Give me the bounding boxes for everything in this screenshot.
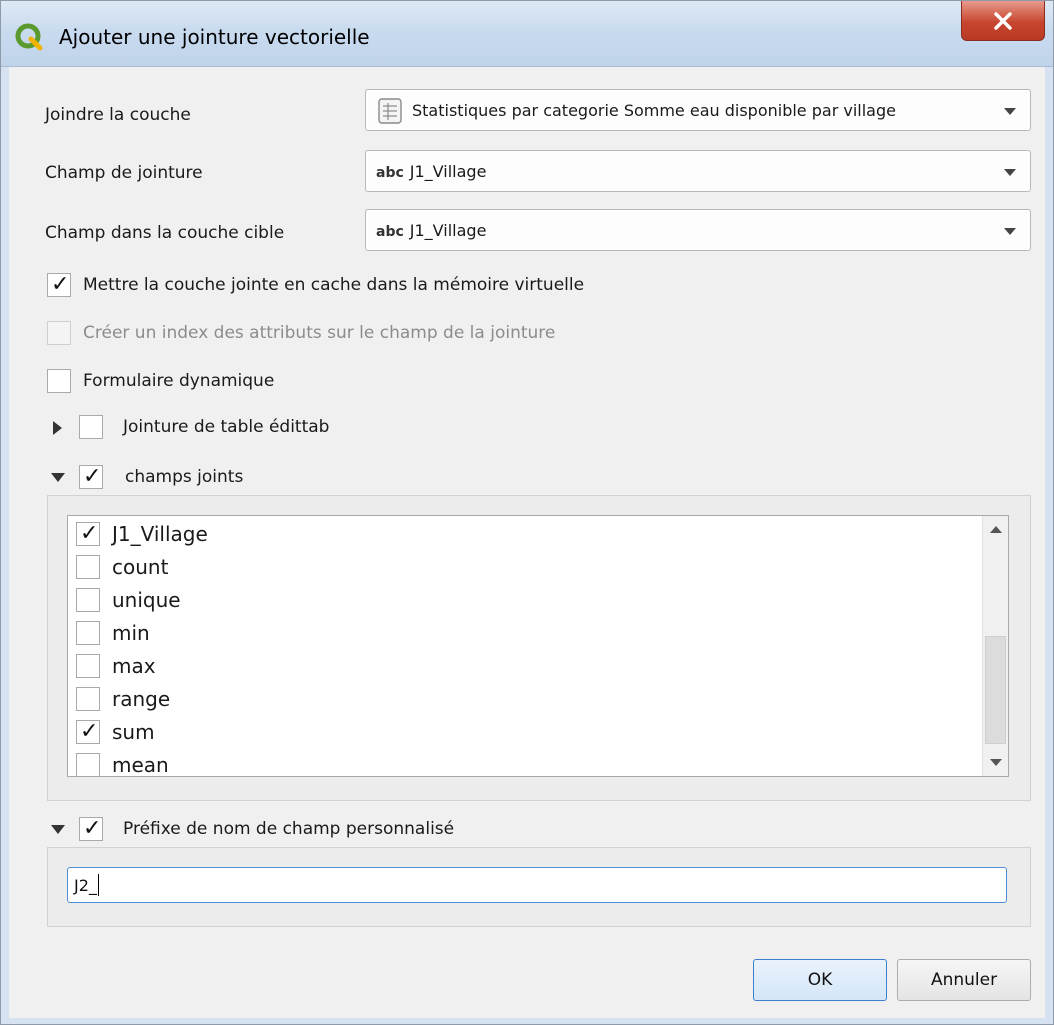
check-icon: ✓ <box>80 719 99 744</box>
field-checkbox[interactable] <box>76 654 100 678</box>
field-checkbox[interactable] <box>76 621 100 645</box>
check-icon: ✓ <box>83 816 102 841</box>
editable-join-label: Jointure de table édittab <box>123 417 330 437</box>
chevron-down-icon <box>1004 108 1016 115</box>
prefix-value: J2_ <box>74 876 97 895</box>
list-item[interactable]: ✓ sum <box>68 716 976 749</box>
title-bar[interactable]: Ajouter une jointure vectorielle <box>1 1 1053 67</box>
join-layer-label: Joindre la couche <box>45 105 191 125</box>
prefix-input[interactable]: J2_ <box>67 867 1007 903</box>
field-checkbox[interactable] <box>76 687 100 711</box>
custom-prefix-label: Préfixe de nom de champ personnalisé <box>123 819 455 839</box>
list-scrollbar[interactable] <box>982 516 1008 776</box>
string-type-icon: abc <box>376 165 404 181</box>
check-icon: ✓ <box>51 272 70 297</box>
string-type-icon: abc <box>376 224 404 240</box>
join-layer-combo[interactable]: Statistiques par categorie Somme eau dis… <box>365 89 1031 131</box>
expand-arrow-icon[interactable] <box>53 421 62 435</box>
list-item[interactable]: mean <box>68 749 976 777</box>
index-label: Créer un index des attributs sur le cham… <box>83 323 556 343</box>
close-icon <box>994 12 1012 30</box>
collapse-arrow-icon[interactable] <box>51 473 65 482</box>
field-name: count <box>112 555 169 579</box>
field-name: min <box>112 621 150 645</box>
qgis-logo-icon <box>15 23 43 51</box>
list-item[interactable]: count <box>68 551 976 584</box>
join-field-label: Champ de jointure <box>45 163 203 183</box>
joined-fields-checkbox[interactable]: ✓ <box>79 464 103 489</box>
table-icon <box>378 98 402 124</box>
list-item[interactable]: unique <box>68 584 976 617</box>
dialog-content: Joindre la couche Statistiques par categ… <box>9 67 1045 1018</box>
cache-checkbox[interactable]: ✓ <box>47 272 71 297</box>
target-field-label: Champ dans la couche cible <box>45 223 285 243</box>
chevron-down-icon <box>1004 228 1016 235</box>
field-name: sum <box>112 720 155 744</box>
join-field-value: J1_Village <box>409 162 487 181</box>
join-layer-value: Statistiques par categorie Somme eau dis… <box>412 101 896 120</box>
target-field-combo[interactable]: abc J1_Village <box>365 209 1031 251</box>
field-checkbox[interactable]: ✓ <box>76 521 100 546</box>
frame-left <box>1 67 9 1024</box>
field-name: mean <box>112 753 169 777</box>
cancel-button[interactable]: Annuler <box>897 959 1031 1001</box>
scroll-down-arrow-icon[interactable] <box>990 759 1002 766</box>
chevron-down-icon <box>1004 169 1016 176</box>
target-field-value: J1_Village <box>409 221 487 240</box>
joined-fields-label: champs joints <box>125 467 244 487</box>
dynamic-form-label: Formulaire dynamique <box>83 371 275 391</box>
frame-right <box>1045 67 1053 1024</box>
field-checkbox[interactable] <box>76 588 100 612</box>
field-name: J1_Village <box>112 522 208 546</box>
check-icon: ✓ <box>83 464 102 489</box>
index-checkbox[interactable] <box>47 321 71 345</box>
cache-label: Mettre la couche jointe en cache dans la… <box>83 275 585 295</box>
field-name: range <box>112 687 171 711</box>
list-item[interactable]: ✓ J1_Village <box>68 518 976 551</box>
scroll-up-arrow-icon[interactable] <box>990 526 1002 533</box>
field-checkbox[interactable] <box>76 555 100 579</box>
field-name: max <box>112 654 156 678</box>
collapse-arrow-icon[interactable] <box>51 825 65 834</box>
ok-button[interactable]: OK <box>753 959 887 1001</box>
dialog-window: Ajouter une jointure vectorielle Joindre… <box>0 0 1054 1025</box>
text-caret <box>98 874 99 896</box>
field-checkbox[interactable] <box>76 753 100 776</box>
check-icon: ✓ <box>80 521 99 546</box>
fields-list[interactable]: ✓ J1_Village count unique min max range … <box>67 515 1009 777</box>
custom-prefix-checkbox[interactable]: ✓ <box>79 816 103 841</box>
dynamic-form-checkbox[interactable] <box>47 369 71 393</box>
close-button[interactable] <box>961 1 1045 41</box>
window-title: Ajouter une jointure vectorielle <box>59 25 370 49</box>
join-field-combo[interactable]: abc J1_Village <box>365 150 1031 192</box>
list-item[interactable]: range <box>68 683 976 716</box>
field-name: unique <box>112 588 181 612</box>
scroll-thumb[interactable] <box>985 636 1006 744</box>
field-checkbox[interactable]: ✓ <box>76 719 100 744</box>
list-item[interactable]: max <box>68 650 976 683</box>
list-item[interactable]: min <box>68 617 976 650</box>
editable-join-checkbox[interactable] <box>79 415 103 439</box>
